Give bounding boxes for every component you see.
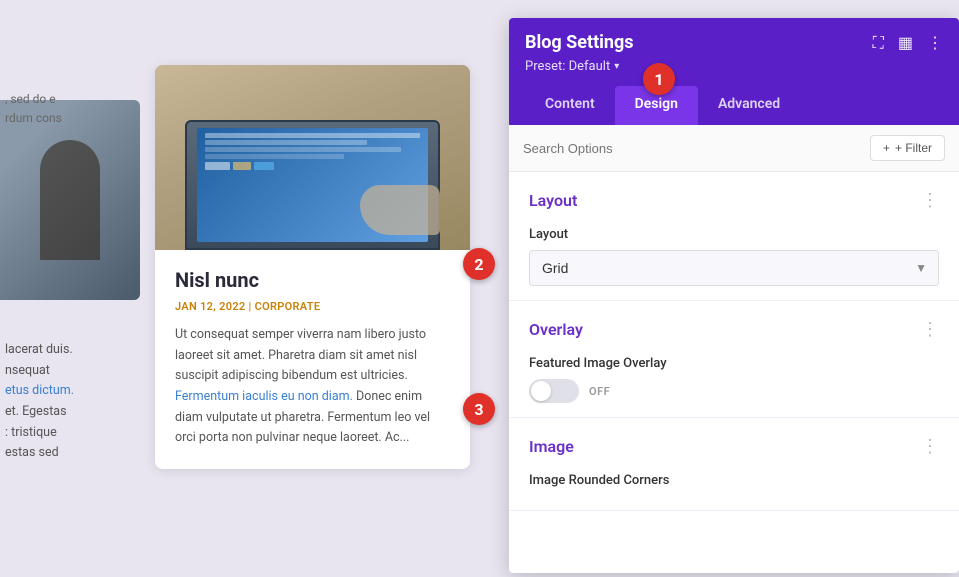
image-section-title: Image: [529, 437, 574, 456]
filter-button[interactable]: + + Filter: [870, 135, 945, 161]
panel-tabs: Content Design Advanced: [525, 86, 943, 125]
image-section: Image ⋮ Image Rounded Corners: [509, 418, 959, 511]
panel-header-icons: ⛶ ▦ ⋮: [873, 33, 943, 53]
overlay-section-header: Overlay ⋮: [529, 319, 939, 340]
overlay-field-label: Featured Image Overlay: [529, 356, 939, 371]
toggle-wrapper: OFF: [529, 379, 939, 403]
panel-preset[interactable]: Preset: Default ▾: [525, 59, 943, 74]
person-silhouette: [40, 140, 100, 260]
overlay-section: Overlay ⋮ Featured Image Overlay OFF: [509, 301, 959, 418]
step-2-badge: 2: [463, 248, 495, 280]
toggle-off-label: OFF: [589, 385, 610, 398]
toggle-knob: [531, 381, 551, 401]
image-section-header: Image ⋮: [529, 436, 939, 457]
layout-section-header: Layout ⋮: [529, 190, 939, 211]
blog-card: Nisl nunc JAN 12, 2022 | CORPORATE Ut co…: [155, 65, 470, 469]
blog-card-meta: JAN 12, 2022 | CORPORATE: [175, 300, 450, 313]
panel-header-top: Blog Settings ⛶ ▦ ⋮: [525, 32, 943, 53]
tab-advanced[interactable]: Advanced: [698, 86, 800, 125]
blog-card-text: Ut consequat semper viverra nam libero j…: [175, 325, 450, 449]
tab-content[interactable]: Content: [525, 86, 615, 125]
image-rounded-corners-label: Image Rounded Corners: [529, 473, 939, 488]
image-section-menu-icon[interactable]: ⋮: [921, 436, 939, 457]
step-3-badge: 3: [463, 393, 495, 425]
layout-select[interactable]: Grid List Masonry: [529, 250, 939, 286]
settings-panel: Blog Settings ⛶ ▦ ⋮ Preset: Default ▾ Co…: [509, 18, 959, 573]
layout-field-label: Layout: [529, 227, 939, 242]
layout-section: Layout ⋮ Layout Grid List Masonry ▼: [509, 172, 959, 301]
partial-text-top: , sed do e rdum cons: [0, 90, 155, 128]
partial-image-inner: [0, 100, 140, 300]
step-1-badge: 1: [643, 63, 675, 95]
expand-icon[interactable]: ⛶: [873, 33, 884, 53]
search-bar: + + Filter: [509, 125, 959, 172]
left-background: , sed do e rdum cons: [0, 0, 490, 577]
filter-plus-icon: +: [883, 141, 890, 155]
partial-text-bottom: lacerat duis. nsequat etus dictum. et. E…: [0, 340, 145, 464]
preset-arrow: ▾: [614, 61, 619, 72]
panel-title: Blog Settings: [525, 32, 634, 53]
featured-image-overlay-toggle[interactable]: [529, 379, 579, 403]
panel-content: Layout ⋮ Layout Grid List Masonry ▼ Over…: [509, 172, 959, 573]
blog-card-body: Nisl nunc JAN 12, 2022 | CORPORATE Ut co…: [155, 250, 470, 469]
blog-card-image: [155, 65, 470, 250]
overlay-section-title: Overlay: [529, 320, 583, 339]
layout-select-wrapper: Grid List Masonry ▼: [529, 250, 939, 286]
blog-card-link[interactable]: Fermentum iaculis eu non diam.: [175, 389, 353, 404]
blog-card-title: Nisl nunc: [175, 268, 450, 292]
search-input[interactable]: [523, 141, 870, 156]
overlay-section-menu-icon[interactable]: ⋮: [921, 319, 939, 340]
more-icon[interactable]: ⋮: [927, 33, 943, 52]
layout-section-menu-icon[interactable]: ⋮: [921, 190, 939, 211]
grid-icon[interactable]: ▦: [898, 33, 913, 52]
partial-image: [0, 100, 140, 300]
layout-section-title: Layout: [529, 191, 577, 210]
panel-header: Blog Settings ⛶ ▦ ⋮ Preset: Default ▾ Co…: [509, 18, 959, 125]
